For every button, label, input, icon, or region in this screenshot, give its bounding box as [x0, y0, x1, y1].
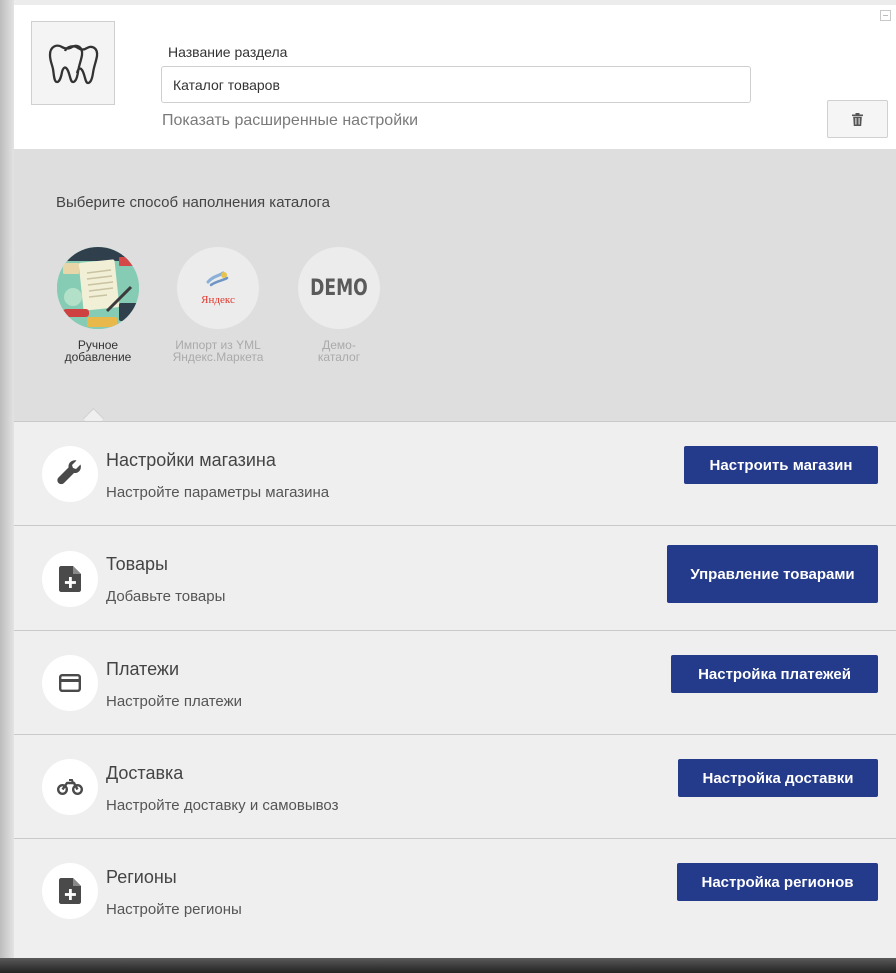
setup-row-products: Товары Добавьте товары Управление товара… — [14, 525, 896, 630]
bottom-shadow — [0, 958, 896, 973]
configure-payments-button[interactable]: Настройка платежей — [671, 655, 878, 693]
configure-delivery-button[interactable]: Настройка доставки — [678, 759, 878, 797]
tooth-icon — [48, 44, 99, 85]
manage-products-button[interactable]: Управление товарами — [667, 545, 878, 603]
row-icon-circle — [42, 655, 98, 711]
row-title: Платежи — [106, 659, 180, 679]
row-subtitle: Настройте параметры магазина — [106, 484, 330, 501]
wrench-icon — [57, 460, 81, 485]
fill-method-demo[interactable]: DEMO Демо-каталог — [284, 247, 394, 363]
setup-row-store-settings: Настройки магазина Настройте параметры м… — [14, 421, 896, 525]
motorcycle-icon — [57, 779, 83, 795]
row-title: Регионы — [106, 867, 177, 887]
fill-method-yml-import[interactable]: Яндекс Импорт из YML Яндекс.Маркета — [163, 247, 273, 363]
row-subtitle: Настройте платежи — [106, 693, 242, 710]
credit-card-icon — [59, 674, 81, 692]
row-title: Доставка — [106, 763, 184, 783]
manual-illustration-icon — [57, 247, 139, 329]
setup-row-payments: Платежи Настройте платежи Настройка плат… — [14, 630, 896, 734]
file-plus-icon — [59, 878, 81, 904]
row-icon-circle — [42, 863, 98, 919]
setup-row-regions: Регионы Настройте регионы Настройка реги… — [14, 838, 896, 942]
left-shadow — [0, 0, 14, 973]
demo-logo-icon: DEMO — [298, 247, 380, 329]
fill-method-manual-label: Ручное добавление — [64, 338, 132, 364]
delete-section-button[interactable] — [827, 100, 888, 138]
row-icon-circle — [42, 551, 98, 607]
yandex-logo-icon: Яндекс — [177, 247, 259, 329]
section-name-input[interactable] — [161, 66, 751, 103]
fill-method-title: Выберите способ наполнения каталога — [56, 194, 331, 211]
row-icon-circle — [42, 759, 98, 815]
section-header: Название раздела Показать расширенные на… — [14, 5, 896, 149]
row-subtitle: Добавьте товары — [106, 588, 226, 605]
row-title: Настройки магазина — [106, 450, 276, 470]
section-name-label: Название раздела — [168, 44, 288, 60]
catalog-fill-method-section: Выберите способ наполнения каталога Ручн… — [14, 149, 896, 421]
show-advanced-settings-link[interactable]: Показать расширенные настройки — [162, 112, 418, 130]
fill-method-yml-label: Импорт из YML Яндекс.Маркета — [172, 338, 264, 364]
catalog-section-panel: Название раздела Показать расширенные на… — [14, 5, 896, 958]
fill-method-manual[interactable]: Ручное добавление — [43, 247, 153, 363]
configure-store-button[interactable]: Настроить магазин — [684, 446, 878, 484]
setup-row-delivery: Доставка Настройте доставку и самовывоз … — [14, 734, 896, 838]
row-title: Товары — [106, 554, 168, 574]
row-subtitle: Настройте доставку и самовывоз — [106, 797, 339, 814]
section-icon-box[interactable] — [31, 21, 115, 105]
fill-method-demo-label: Демо-каталог — [317, 338, 361, 364]
configure-regions-button[interactable]: Настройка регионов — [677, 863, 878, 901]
trash-icon — [852, 112, 863, 126]
demo-logo-text: DEMO — [310, 275, 368, 301]
row-icon-circle — [42, 446, 98, 502]
collapse-icon[interactable] — [880, 10, 891, 21]
yandex-logo-text: Яндекс — [201, 294, 235, 306]
file-plus-icon — [59, 566, 81, 592]
row-subtitle: Настройте регионы — [106, 901, 242, 918]
